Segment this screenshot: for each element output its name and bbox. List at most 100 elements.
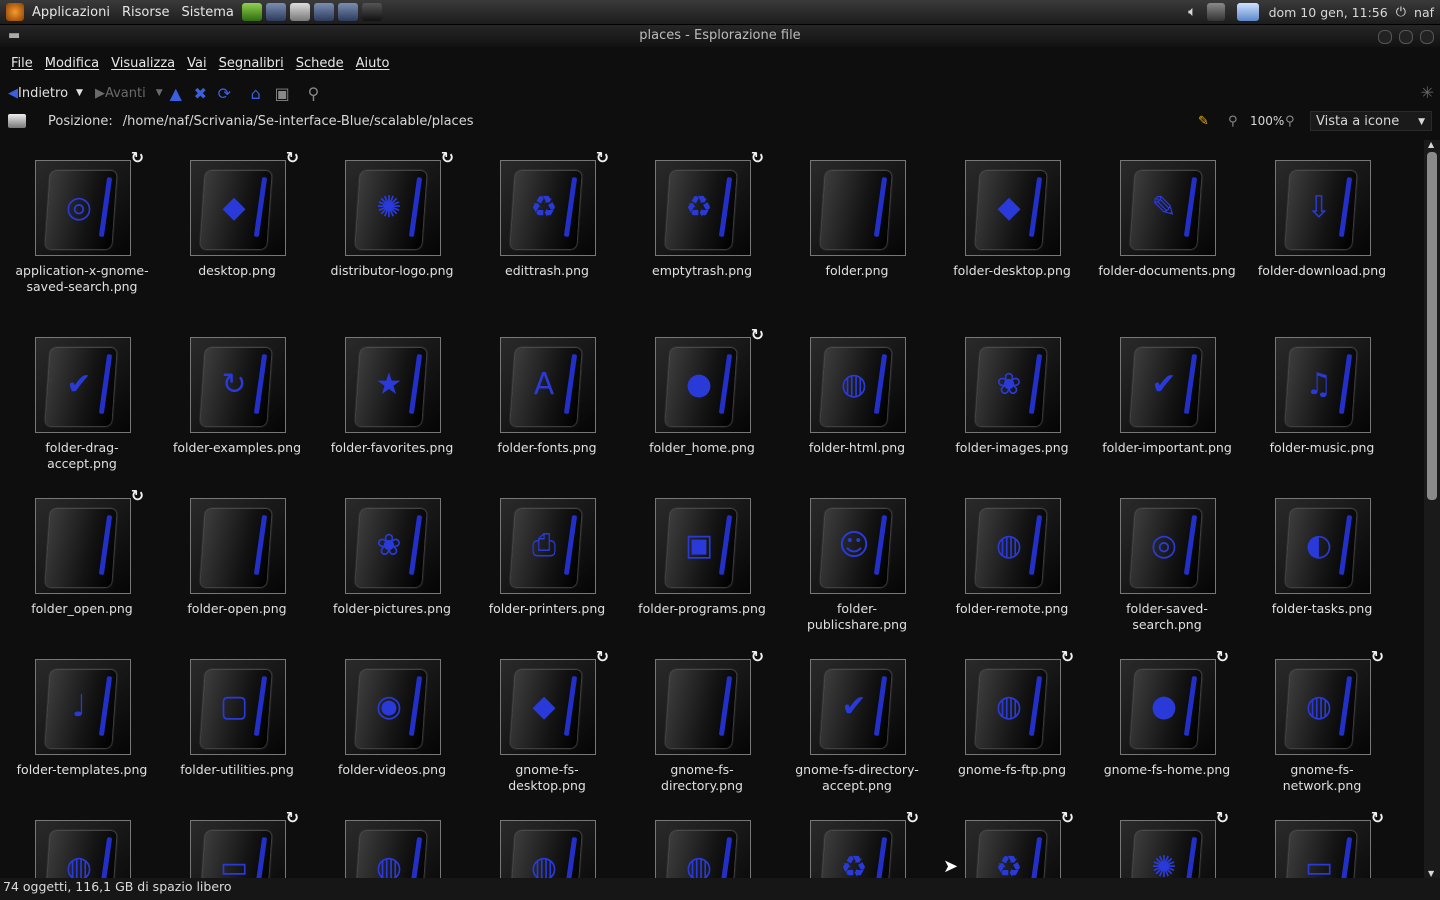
notification-icon[interactable] [1236,3,1259,21]
file-thumbnail[interactable]: ♻ [810,820,906,878]
up-icon[interactable]: ▲ [170,84,188,103]
browser-launcher-icon[interactable] [265,3,286,21]
close-button[interactable] [1420,30,1434,44]
menu-file[interactable]: File [5,56,39,71]
maximize-button[interactable] [1399,30,1413,44]
window-menu-icon[interactable]: ▬ [8,25,20,47]
file-thumbnail[interactable]: ⇩ [1275,160,1371,256]
user-name[interactable]: naf [1414,5,1434,20]
window-titlebar[interactable]: ▬ places - Esplorazione file [0,25,1440,47]
stop-icon[interactable]: ✖ [194,84,212,103]
menu-applicazioni[interactable]: Applicazioni [26,5,116,20]
clock[interactable]: dom 10 gen, 11:56 [1269,5,1388,20]
scrollbar-thumb[interactable] [1427,152,1437,500]
file-thumbnail[interactable]: ▢ [190,659,286,755]
menu-aiuto[interactable]: Aiuto [350,56,396,71]
back-button[interactable]: ◀ Indietro ▼ [4,86,87,101]
thumbnail-glyph-icon: ▭ [1304,850,1334,879]
file-thumbnail[interactable]: ✔ [35,337,131,433]
file-thumbnail[interactable]: ◍ [655,820,751,878]
file-thumbnail[interactable]: ◍ [1275,659,1371,755]
file-thumbnail[interactable]: ◍ [965,498,1061,594]
file-thumbnail[interactable] [655,659,751,755]
menu-modifica[interactable]: Modifica [39,56,105,71]
file-thumbnail[interactable]: ◍ [345,820,441,878]
file-thumbnail[interactable]: ↻ [190,337,286,433]
file-thumbnail[interactable]: ✺ [345,160,441,256]
vertical-scrollbar[interactable]: ▲ ▼ [1424,140,1440,878]
file-thumbnail[interactable]: ♻ [965,820,1061,878]
file-thumbnail[interactable]: ❀ [345,498,441,594]
chevron-down-icon[interactable]: ▼ [156,88,163,98]
menu-vai[interactable]: Vai [181,56,212,71]
file-thumbnail[interactable]: ♫ [1275,337,1371,433]
scroll-down-arrow[interactable]: ▼ [1428,869,1434,878]
location-path[interactable]: /home/naf/Scrivania/Se-interface-Blue/sc… [123,114,474,129]
zoom-in-icon[interactable]: ⚲ [1285,114,1295,129]
computer-icon[interactable]: ▣ [275,84,293,103]
volume-icon[interactable]: 🔈︎ [1188,4,1196,20]
file-thumbnail[interactable]: ◍ [965,659,1061,755]
file-thumbnail[interactable]: ⎙ [500,498,596,594]
thumbnail-glyph-icon: ◍ [1305,689,1333,724]
file-thumbnail[interactable] [190,498,286,594]
menu-risorse[interactable]: Risorse [116,5,176,20]
file-thumbnail[interactable]: ▭ [1275,820,1371,878]
foot-logo-icon[interactable] [6,3,24,21]
file-thumbnail[interactable] [810,160,906,256]
search-icon[interactable]: ⚲ [308,84,326,103]
file-thumbnail[interactable]: ◎ [35,160,131,256]
file-thumbnail[interactable]: A [500,337,596,433]
settings-launcher-icon[interactable] [313,3,334,21]
file-thumbnail[interactable] [35,498,131,594]
file-thumbnail[interactable]: ● [655,337,751,433]
file-thumbnail[interactable]: ◆ [500,659,596,755]
chevron-down-icon[interactable]: ▼ [76,88,83,98]
toggle-location-icon[interactable] [8,114,26,128]
clear-icon[interactable]: ✎ [1198,114,1209,129]
files-launcher-icon[interactable] [289,3,310,21]
file-thumbnail[interactable]: ◎ [1120,498,1216,594]
terminal-launcher-icon[interactable] [361,3,382,21]
reload-icon[interactable]: ⟳ [218,84,236,103]
minimize-button[interactable] [1378,30,1392,44]
file-thumbnail[interactable]: ◉ [345,659,441,755]
network-icon[interactable] [1206,3,1225,21]
file-name: desktop.png [198,263,276,278]
file-thumbnail[interactable]: ◆ [965,160,1061,256]
file-thumbnail[interactable]: ▣ [655,498,751,594]
file-thumbnail[interactable]: ◍ [500,820,596,878]
app-launcher-icon[interactable] [337,3,358,21]
file-thumbnail[interactable]: ♻ [655,160,751,256]
file-thumbnail[interactable]: ◆ [190,160,286,256]
zoom-level[interactable]: 100% [1250,114,1284,128]
menu-schede[interactable]: Schede [290,56,350,71]
home-icon[interactable]: ⌂ [251,84,269,103]
forward-button[interactable]: ▶ Avanti ▼ [91,86,167,101]
file-thumbnail[interactable]: ◐ [1275,498,1371,594]
nvidia-launcher-icon[interactable] [241,3,262,21]
file-thumbnail[interactable]: ✔ [810,659,906,755]
file-thumbnail[interactable]: ◍ [35,820,131,878]
menu-segnalibri[interactable]: Segnalibri [213,56,290,71]
file-name: folder-html.png [808,440,906,455]
file-thumbnail[interactable]: ◍ [810,337,906,433]
zoom-out-icon[interactable]: ⚲ [1228,114,1238,129]
file-thumbnail[interactable]: ✔ [1120,337,1216,433]
file-thumbnail[interactable]: ● [1120,659,1216,755]
file-thumbnail[interactable]: ♻ [500,160,596,256]
file-thumbnail[interactable]: ▭ [190,820,286,878]
file-thumbnail[interactable]: ☺ [810,498,906,594]
power-icon[interactable]: ⏻ [1396,5,1406,20]
file-thumbnail[interactable]: ♩ [35,659,131,755]
menubar: File Modifica Visualizza Vai Segnalibri … [0,52,395,74]
file-thumbnail[interactable]: ❀ [965,337,1061,433]
file-thumbnail[interactable]: ★ [345,337,441,433]
icon-view[interactable]: ◎ ↻ application-x-gnome-saved-search.png ◆ ↻… [0,140,1424,878]
menu-visualizza[interactable]: Visualizza [105,56,181,71]
file-thumbnail[interactable]: ✎ [1120,160,1216,256]
file-thumbnail[interactable]: ✺ [1120,820,1216,878]
scroll-up-arrow[interactable]: ▲ [1428,140,1434,149]
view-select[interactable]: Vista a icone ▼ [1310,111,1432,131]
menu-sistema[interactable]: Sistema [175,5,239,20]
